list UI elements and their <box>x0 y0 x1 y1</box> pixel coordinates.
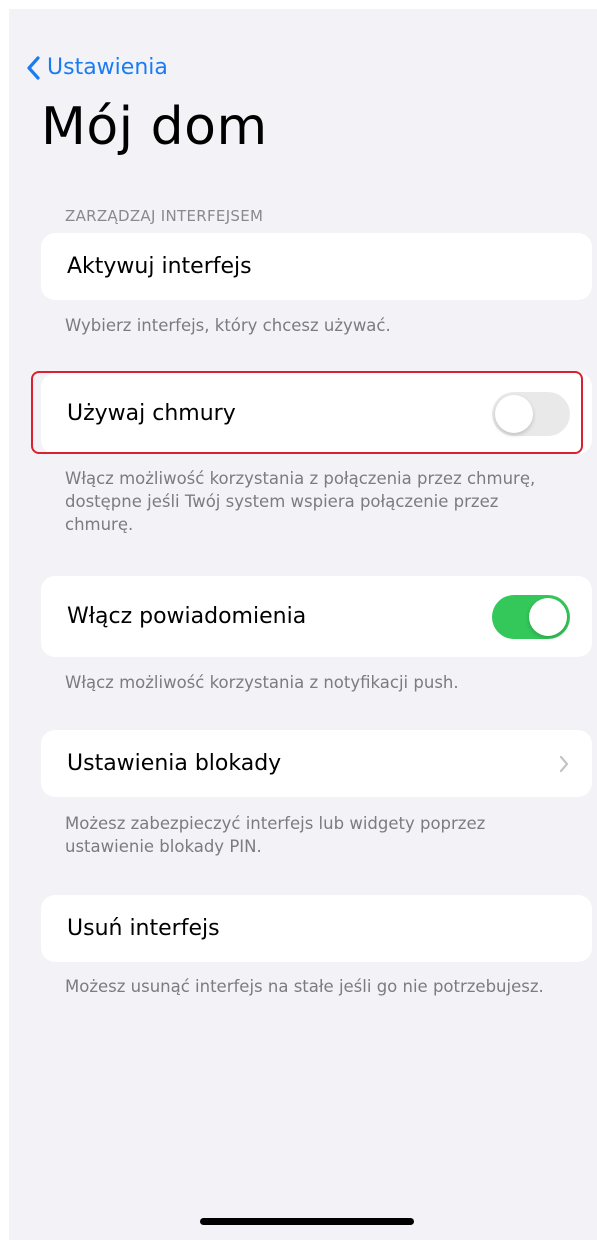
home-indicator <box>200 1218 414 1225</box>
back-button[interactable]: Ustawienia <box>27 55 168 80</box>
remove-interface-label: Usuń interfejs <box>67 916 220 941</box>
activate-interface-footer: Wybierz interfejs, który chcesz używać. <box>65 316 391 335</box>
notifications-footer: Włącz możliwość korzystania z notyfikacj… <box>65 673 459 692</box>
toggle-knob <box>529 597 567 636</box>
chevron-right-icon <box>559 755 569 772</box>
notifications-cell: Włącz powiadomienia <box>41 576 592 657</box>
notifications-toggle[interactable] <box>492 594 570 639</box>
use-cloud-label: Używaj chmury <box>67 401 236 426</box>
lock-settings-footer: Możesz zabezpieczyć interfejs lub widget… <box>65 814 486 856</box>
chevron-left-icon <box>27 55 40 80</box>
lock-settings-cell[interactable]: Ustawienia blokady <box>41 730 592 797</box>
remove-interface-cell[interactable]: Usuń interfejs <box>41 895 592 962</box>
use-cloud-toggle[interactable] <box>492 391 570 436</box>
activate-interface-cell[interactable]: Aktywuj interfejs <box>41 233 592 300</box>
settings-screen: Ustawienia Mój dom ZARZĄDZAJ INTERFEJSEM… <box>9 9 597 1240</box>
use-cloud-cell: Używaj chmury <box>41 373 592 454</box>
section-header: ZARZĄDZAJ INTERFEJSEM <box>65 207 264 225</box>
page-title: Mój dom <box>41 97 268 157</box>
notifications-label: Włącz powiadomienia <box>67 604 307 629</box>
remove-interface-footer: Możesz usunąć interfejs na stałe jeśli g… <box>65 977 544 996</box>
back-label: Ustawienia <box>47 55 168 80</box>
activate-interface-label: Aktywuj interfejs <box>67 254 252 279</box>
lock-settings-label: Ustawienia blokady <box>67 751 282 776</box>
use-cloud-footer: Włącz możliwość korzystania z połączenia… <box>65 469 536 534</box>
toggle-knob <box>495 394 533 433</box>
